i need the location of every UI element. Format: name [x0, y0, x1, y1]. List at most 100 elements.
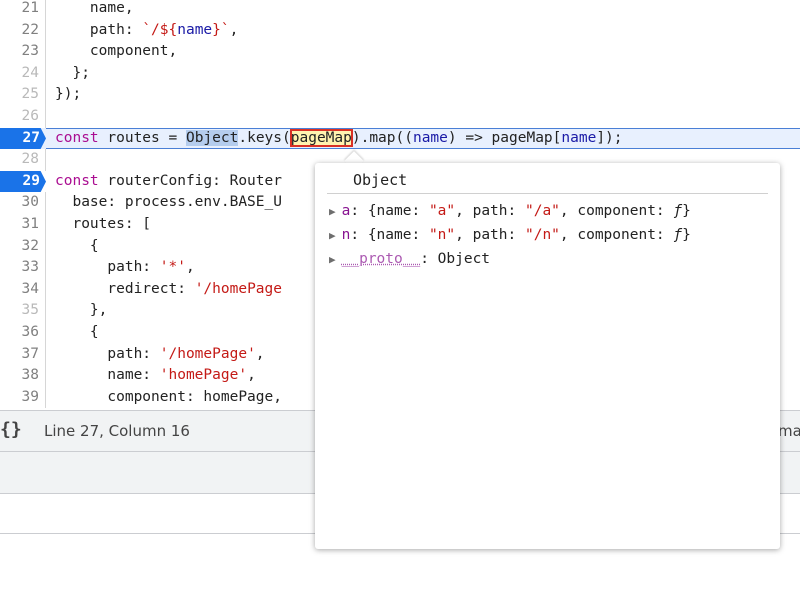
- code-token: ,: [247, 367, 256, 384]
- object-property-row[interactable]: ▶ n: {name: "n", path: "/n", component: ƒ…: [329, 224, 691, 246]
- triangle-right-icon[interactable]: ▶: [329, 253, 336, 266]
- code-token: '*': [159, 259, 186, 276]
- line-number[interactable]: 26: [0, 106, 46, 128]
- code-token: component,: [55, 43, 178, 60]
- code-token: ) => pageMap[: [447, 129, 562, 146]
- popover-title: Object: [353, 171, 408, 189]
- code-token: path:: [55, 259, 160, 276]
- property-value-token: ƒ: [673, 227, 683, 243]
- code-token: ).map((: [351, 129, 413, 146]
- code-line[interactable]: 23 component,: [0, 41, 800, 63]
- code-text: component,: [55, 41, 177, 63]
- code-token: Object: [185, 129, 239, 146]
- code-token: {: [55, 237, 99, 254]
- code-token: '/homePage: [194, 280, 282, 297]
- code-token: base: process.env.BASE_U: [55, 194, 282, 211]
- line-number[interactable]: 37: [0, 343, 46, 366]
- line-number[interactable]: 36: [0, 322, 46, 344]
- code-token: redirect:: [55, 280, 195, 297]
- cursor-position: Line 27, Column 16: [44, 422, 190, 440]
- code-text: path: '/homePage',: [55, 344, 265, 366]
- property-value-token: , path:: [455, 227, 525, 243]
- code-token: name: [177, 21, 213, 38]
- line-number[interactable]: 23: [0, 41, 46, 63]
- line-number[interactable]: 31: [0, 214, 46, 236]
- popover-divider: [327, 193, 768, 194]
- triangle-right-icon[interactable]: ▶: [329, 205, 336, 218]
- property-value-token: , component:: [559, 227, 674, 243]
- code-token: path:: [55, 345, 160, 362]
- code-text: redirect: '/homePage: [55, 279, 282, 301]
- code-token: });: [55, 86, 82, 103]
- code-text: };: [55, 63, 90, 85]
- property-value-token: "n": [428, 227, 456, 243]
- code-token: {: [55, 324, 99, 340]
- property-value-token: : {name:: [350, 227, 429, 243]
- code-text: {: [55, 322, 99, 344]
- line-number[interactable]: 35: [0, 300, 46, 322]
- object-property-row[interactable]: ▶ __proto__: Object: [329, 248, 490, 270]
- code-line[interactable]: 25});: [0, 84, 800, 106]
- property-key: __proto__: [341, 251, 421, 267]
- code-token: .keys(: [238, 129, 291, 146]
- line-number[interactable]: 30: [0, 192, 46, 214]
- code-text: },: [55, 300, 107, 322]
- property-value-token: , path:: [455, 203, 525, 219]
- code-line[interactable]: 21 name,: [0, 0, 800, 20]
- code-text: routes: [: [55, 214, 151, 236]
- code-token: routes: [: [55, 216, 152, 232]
- breakpoint-line-number[interactable]: 29: [0, 170, 46, 193]
- code-token: name: [561, 129, 597, 146]
- line-number[interactable]: 34: [0, 278, 46, 301]
- code-token: const: [55, 129, 99, 146]
- line-number[interactable]: 32: [0, 235, 46, 258]
- code-token: name: [412, 129, 448, 146]
- object-preview-popover: Object ▶ a: {name: "a", path: "/a", compo…: [315, 163, 780, 549]
- line-number[interactable]: 38: [0, 365, 46, 387]
- hovered-token[interactable]: pageMap: [289, 128, 353, 147]
- breakpoint-line-number[interactable]: 27: [0, 127, 46, 150]
- code-line[interactable]: 27 const routes = Object.keys(pageMap).ma…: [0, 127, 800, 150]
- triangle-right-icon[interactable]: ▶: [329, 229, 336, 242]
- line-number[interactable]: 21: [0, 0, 46, 20]
- code-token: 'homePage': [159, 367, 248, 384]
- code-text: const routes = Object.keys(pageMap).map(…: [55, 128, 623, 150]
- property-value-token: }: [682, 227, 691, 243]
- line-number[interactable]: 39: [0, 386, 46, 409]
- code-token: ,: [185, 259, 195, 276]
- code-text: name: 'homePage',: [55, 365, 256, 387]
- property-value-token: "/a": [524, 203, 560, 219]
- code-token: '/homePage': [159, 345, 256, 362]
- property-value-token: ƒ: [673, 203, 683, 219]
- code-line[interactable]: 26: [0, 106, 800, 128]
- code-token: routerConfig: Router: [98, 172, 282, 189]
- code-line[interactable]: 22 path: `/${name}`,: [0, 19, 800, 42]
- code-token: name:: [55, 367, 160, 384]
- code-text: const routerConfig: Router: [55, 171, 282, 193]
- code-token: const: [55, 172, 99, 189]
- property-value-token: : Object: [420, 251, 491, 267]
- property-value-token: "/n": [524, 227, 560, 243]
- object-property-row[interactable]: ▶ a: {name: "a", path: "/a", component: ƒ…: [329, 200, 691, 222]
- code-token: ,: [229, 21, 239, 38]
- line-number[interactable]: 28: [0, 149, 46, 171]
- line-number[interactable]: 33: [0, 257, 46, 279]
- line-number[interactable]: 22: [0, 19, 46, 42]
- line-number[interactable]: 24: [0, 62, 46, 85]
- code-token: ]);: [596, 129, 623, 146]
- code-text: base: process.env.BASE_U: [55, 192, 282, 214]
- code-token: routes =: [98, 129, 186, 146]
- code-text: name,: [55, 0, 134, 20]
- code-line[interactable]: 24 };: [0, 62, 800, 85]
- property-value-token: , component:: [559, 203, 674, 219]
- code-token: };: [55, 64, 90, 81]
- code-token: },: [55, 302, 108, 319]
- status-right-text: ma: [778, 422, 800, 440]
- property-value-token: : {name:: [350, 203, 429, 219]
- line-number[interactable]: 25: [0, 84, 46, 106]
- braces-icon[interactable]: {}: [0, 419, 22, 440]
- code-token: name,: [55, 0, 134, 16]
- code-token: }`: [212, 21, 230, 38]
- code-text: });: [55, 84, 81, 106]
- code-token: ,: [255, 345, 265, 362]
